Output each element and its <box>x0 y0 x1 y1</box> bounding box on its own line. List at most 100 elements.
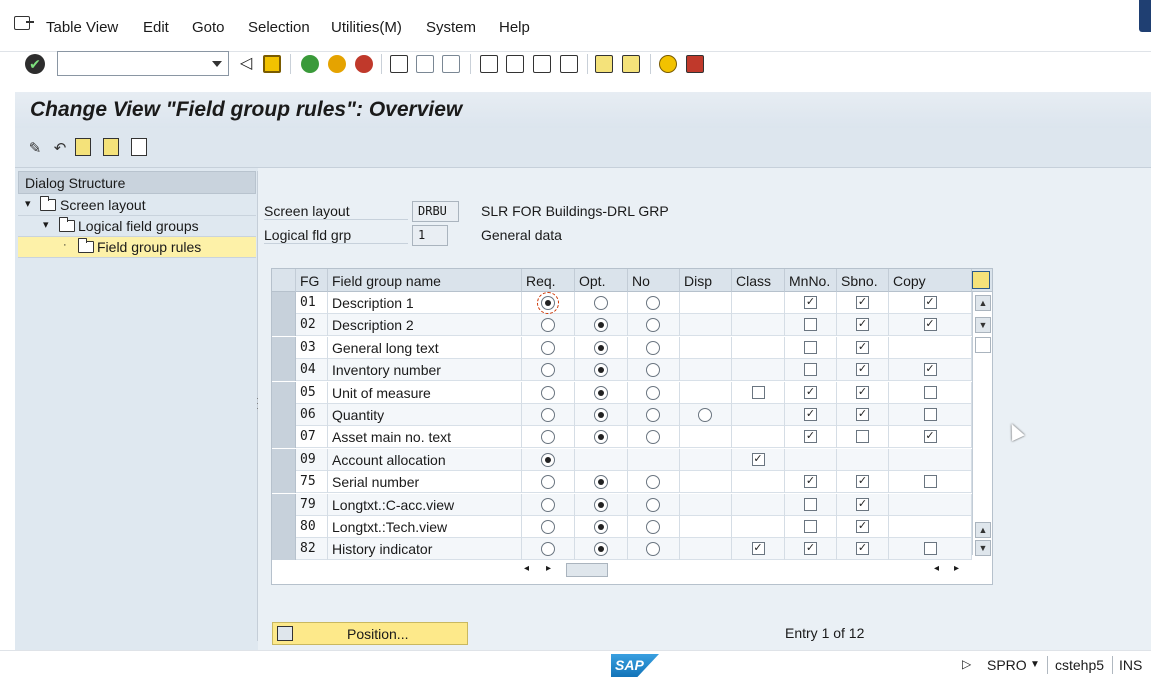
tree-node-logical-field-groups[interactable]: ▾ Logical field groups <box>18 216 256 237</box>
no-radio[interactable] <box>646 475 660 490</box>
no-radio[interactable] <box>646 430 660 445</box>
req-radio[interactable] <box>540 542 555 557</box>
no-radio[interactable] <box>646 363 660 378</box>
create-session-icon[interactable] <box>595 55 613 73</box>
req-radio[interactable] <box>536 292 559 314</box>
req-radio[interactable] <box>540 430 555 445</box>
no-radio[interactable] <box>646 408 660 422</box>
select-block-icon[interactable] <box>103 138 119 156</box>
previous-page-icon[interactable] <box>506 55 524 73</box>
mnno-checkbox[interactable]: ✓ <box>804 475 817 489</box>
menu-goto[interactable]: Goto <box>192 19 225 36</box>
vertical-scrollbar[interactable]: ▲ ▼ ▲ ▼ <box>972 292 992 556</box>
menu-selection[interactable]: Selection <box>248 19 310 36</box>
deselect-all-icon[interactable] <box>131 138 147 156</box>
create-shortcut-icon[interactable] <box>622 55 640 73</box>
tree-expand-icon[interactable]: ▾ <box>43 218 49 231</box>
menu-system[interactable]: System <box>426 19 476 36</box>
copy-checkbox[interactable] <box>923 542 937 556</box>
column-header-mnno[interactable]: MnNo. <box>785 269 837 292</box>
opt-radio[interactable] <box>593 408 608 422</box>
opt-radio[interactable] <box>593 475 608 490</box>
mnno-checkbox[interactable]: ✓ <box>804 385 817 399</box>
sbno-checkbox[interactable]: ✓ <box>856 385 869 399</box>
class-checkbox[interactable] <box>751 385 765 399</box>
opt-radio[interactable] <box>593 520 608 534</box>
req-radio[interactable] <box>540 385 555 400</box>
column-header-no[interactable]: No <box>628 269 680 292</box>
no-radio[interactable] <box>646 385 660 400</box>
mnno-checkbox[interactable] <box>804 318 817 332</box>
sbno-checkbox[interactable]: ✓ <box>856 340 869 354</box>
cancel-icon[interactable] <box>355 55 373 73</box>
no-radio[interactable] <box>646 542 660 557</box>
req-radio[interactable] <box>540 318 555 333</box>
row-selector[interactable] <box>272 336 296 359</box>
command-dropdown-icon[interactable] <box>212 61 222 67</box>
layout-menu-icon[interactable] <box>686 55 704 73</box>
collapse-triangle-icon[interactable]: ◁ <box>236 54 256 74</box>
no-radio[interactable] <box>646 318 660 333</box>
column-header-class[interactable]: Class <box>732 269 785 292</box>
sbno-checkbox[interactable] <box>856 430 869 444</box>
menu-table-view[interactable]: Table View <box>46 19 118 36</box>
sbno-checkbox[interactable]: ✓ <box>856 542 869 556</box>
class-checkbox[interactable]: ✓ <box>751 452 765 466</box>
enter-checkmark-icon[interactable]: ✔ <box>25 54 45 74</box>
scroll-page-down-icon[interactable]: ▼ <box>975 540 991 556</box>
row-selector[interactable] <box>272 516 296 538</box>
no-radio[interactable] <box>646 340 660 355</box>
last-page-icon[interactable] <box>560 55 578 73</box>
copy-checkbox[interactable]: ✓ <box>923 363 937 377</box>
opt-radio[interactable] <box>593 340 608 355</box>
mnno-checkbox[interactable] <box>804 363 817 377</box>
table-settings-icon[interactable] <box>972 271 990 289</box>
no-radio[interactable] <box>646 497 660 512</box>
copy-checkbox[interactable] <box>923 408 937 421</box>
tree-node-field-group-rules[interactable]: · Field group rules <box>18 237 256 258</box>
menu-exit-icon[interactable] <box>14 16 34 30</box>
tree-node-screen-layout[interactable]: ▾ Screen layout <box>18 195 256 216</box>
find-icon[interactable] <box>416 55 434 73</box>
sbno-checkbox[interactable]: ✓ <box>856 475 869 489</box>
req-radio[interactable] <box>540 363 555 378</box>
req-radio[interactable] <box>540 452 555 467</box>
mnno-checkbox[interactable]: ✓ <box>804 542 817 556</box>
column-header-sbno[interactable]: Sbno. <box>837 269 889 292</box>
menu-edit[interactable]: Edit <box>143 19 169 36</box>
mnno-checkbox[interactable] <box>804 340 817 354</box>
row-selector[interactable] <box>272 359 296 382</box>
column-header-opt[interactable]: Opt. <box>575 269 628 292</box>
sbno-checkbox[interactable]: ✓ <box>856 363 869 377</box>
req-radio[interactable] <box>540 497 555 512</box>
opt-radio[interactable] <box>593 363 608 378</box>
class-checkbox[interactable]: ✓ <box>751 542 765 556</box>
command-field[interactable] <box>57 51 229 76</box>
hscroll-thumb[interactable] <box>566 563 608 577</box>
undo-change-icon[interactable]: ↶ <box>50 138 70 158</box>
copy-checkbox[interactable]: ✓ <box>923 430 937 444</box>
select-all-icon[interactable] <box>75 138 91 156</box>
system-dropdown-icon[interactable]: ▼ <box>1030 659 1040 670</box>
opt-radio[interactable] <box>593 318 608 333</box>
scroll-left-icon[interactable]: ◂ <box>524 563 529 574</box>
save-icon[interactable] <box>263 55 281 73</box>
no-radio[interactable] <box>646 296 660 310</box>
opt-radio[interactable] <box>593 430 608 445</box>
print-icon[interactable] <box>390 55 408 73</box>
scroll-down-icon[interactable]: ▼ <box>975 317 991 333</box>
no-radio[interactable] <box>646 520 660 534</box>
scroll-thumb[interactable] <box>975 337 991 353</box>
mnno-checkbox[interactable]: ✓ <box>804 296 817 309</box>
disp-radio[interactable] <box>698 408 712 422</box>
status-expand-icon[interactable]: ▷ <box>962 657 971 671</box>
next-page-icon[interactable] <box>533 55 551 73</box>
copy-checkbox[interactable] <box>923 475 937 489</box>
req-radio[interactable] <box>540 520 555 534</box>
row-selector[interactable] <box>272 404 296 426</box>
column-header-fg[interactable]: FG <box>296 269 328 292</box>
column-header-req[interactable]: Req. <box>522 269 575 292</box>
copy-checkbox[interactable] <box>923 385 937 399</box>
opt-radio[interactable] <box>593 296 608 310</box>
mnno-checkbox[interactable]: ✓ <box>804 408 817 421</box>
